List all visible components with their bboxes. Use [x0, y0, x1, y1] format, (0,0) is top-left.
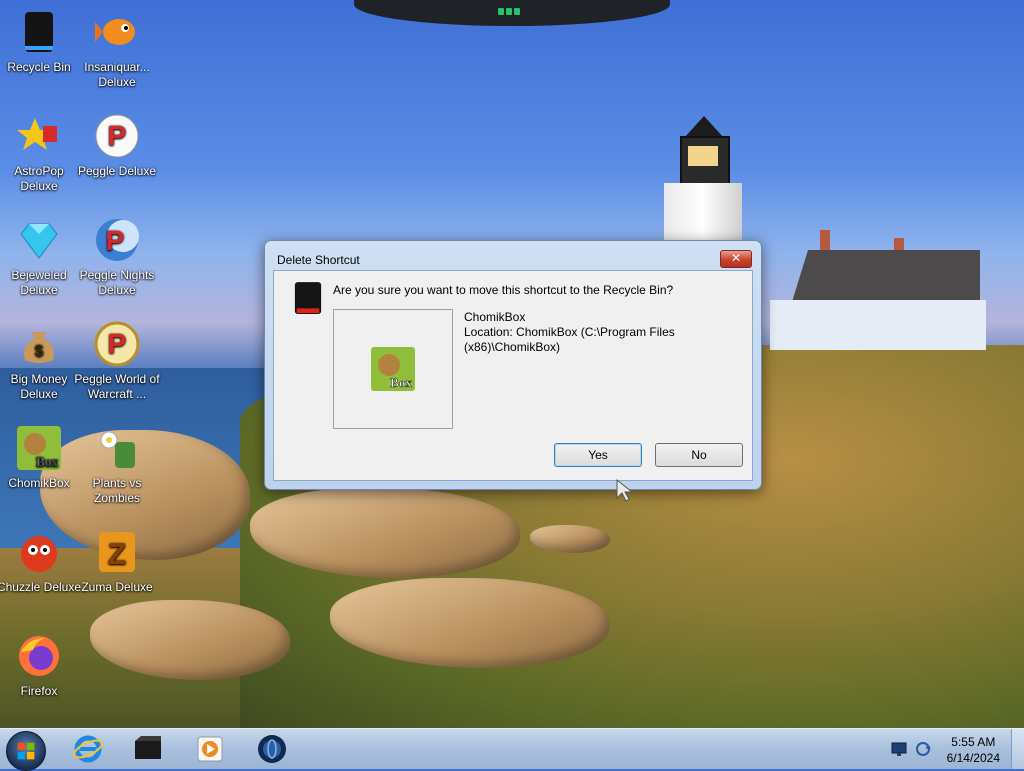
desktop-icon-label: AstroPop Deluxe — [14, 164, 64, 193]
clock-date: 6/14/2024 — [946, 751, 1000, 765]
peggle-icon: P — [95, 114, 139, 158]
firefox-icon — [19, 636, 59, 676]
desktop-icon-label: Plants vs Zombies — [92, 476, 142, 505]
desktop-icon-label: Peggle Nights Deluxe — [79, 268, 155, 297]
internet-explorer-icon — [73, 735, 103, 763]
desktop-icon-label: Zuma Deluxe — [81, 580, 153, 594]
close-button[interactable]: ✕ — [720, 250, 752, 268]
svg-text:P: P — [108, 120, 127, 151]
desktop-icon-zuma[interactable]: Z Zuma Deluxe — [74, 528, 160, 595]
network-icon[interactable] — [891, 742, 907, 756]
desktop-icon-bejeweled[interactable]: Bejeweled Deluxe — [0, 216, 82, 298]
zuma-icon: Z — [99, 532, 135, 572]
shortcut-info: ChomikBox Location: ChomikBox (C:\Progra… — [464, 310, 724, 355]
wallpaper-house — [770, 230, 986, 350]
no-button[interactable]: No — [655, 443, 743, 467]
taskbar: 5:55 AM 6/14/2024 — [0, 728, 1024, 771]
desktop-icon-chuzzle[interactable]: Chuzzle Deluxe — [0, 528, 82, 595]
dialog-body: Are you sure you want to move this short… — [273, 270, 753, 481]
taskbar-media-player[interactable] — [194, 733, 226, 765]
black-box-icon — [135, 736, 161, 759]
windows-logo-icon — [17, 742, 35, 760]
peggle-nights-icon: P — [96, 219, 139, 261]
start-button[interactable] — [6, 731, 46, 771]
astropop-icon — [17, 118, 57, 150]
goldfish-icon — [95, 19, 135, 45]
money-bag-icon: $ — [24, 332, 54, 363]
dialog-message: Are you sure you want to move this short… — [333, 283, 674, 297]
desktop-icon-label: Firefox — [20, 684, 58, 698]
shortcut-location: Location: ChomikBox (C:\Program Files (x… — [464, 325, 675, 354]
taskbar-globe[interactable] — [256, 733, 288, 765]
svg-text:$: $ — [35, 343, 44, 360]
sync-icon[interactable] — [915, 742, 931, 756]
taskbar-clock[interactable]: 5:55 AM 6/14/2024 — [947, 734, 1000, 766]
mouse-cursor — [616, 478, 634, 502]
shortcut-preview: Box — [333, 309, 453, 429]
desktop-icon-plants-vs-zombies[interactable]: Plants vs Zombies — [74, 424, 160, 506]
desktop-icon-firefox[interactable]: Firefox — [0, 632, 82, 699]
desktop-icon-recycle-bin[interactable]: Recycle Bin — [0, 8, 82, 75]
media-player-icon — [197, 736, 223, 762]
desktop-icon-peggle[interactable]: P Peggle Deluxe — [74, 112, 160, 179]
desktop-icon-big-money[interactable]: $ Big Money Deluxe — [0, 320, 82, 402]
top-widget-bar — [354, 0, 670, 26]
desktop-icon-label: Big Money Deluxe — [10, 372, 68, 401]
gem-icon — [20, 223, 58, 259]
dialog-title: Delete Shortcut — [277, 253, 360, 267]
taskbar-internet-explorer[interactable] — [72, 733, 104, 765]
desktop-icon-label: Peggle Deluxe — [77, 164, 157, 178]
yes-button[interactable]: Yes — [554, 443, 642, 467]
delete-shortcut-dialog: Delete Shortcut ✕ Are you sure you want … — [264, 240, 762, 490]
desktop-icon-label: ChomikBox — [8, 476, 70, 490]
taskbar-black-box[interactable] — [132, 733, 164, 765]
wallpaper-rock — [90, 600, 290, 680]
peggle-wow-icon: P — [94, 321, 140, 367]
desktop-icon-label: Insaniquar... Deluxe — [84, 60, 150, 89]
svg-text:Z: Z — [108, 538, 126, 571]
svg-text:P: P — [108, 328, 127, 359]
desktop-icon-astropop[interactable]: AstroPop Deluxe — [0, 112, 82, 194]
recycle-bin-icon — [25, 12, 53, 52]
desktop-icon-label: Chuzzle Deluxe — [0, 580, 82, 594]
plants-vs-zombies-icon — [100, 431, 135, 468]
wallpaper-lighthouse — [664, 108, 744, 248]
show-desktop-button[interactable] — [1011, 729, 1024, 769]
desktop-icon-label: Recycle Bin — [7, 60, 71, 74]
desktop-icon-peggle-nights[interactable]: P Peggle Nights Deluxe — [74, 216, 160, 298]
chuzzle-icon — [21, 536, 57, 572]
desktop-icon-label: Peggle World of Warcraft ... — [74, 372, 160, 401]
svg-text:P: P — [106, 225, 125, 256]
desktop-icon-label: Bejeweled Deluxe — [11, 268, 67, 297]
chomikbox-icon: Box — [371, 347, 415, 391]
clock-time: 5:55 AM — [951, 735, 996, 749]
chomikbox-icon: Box — [17, 426, 61, 470]
desktop-icon-chomikbox[interactable]: Box ChomikBox — [0, 424, 82, 491]
recycle-bin-icon — [294, 282, 322, 314]
svg-text:Box: Box — [390, 375, 412, 390]
desktop-icon-peggle-wow[interactable]: P Peggle World of Warcraft ... — [74, 320, 160, 402]
globe-icon — [258, 735, 286, 763]
desktop-icon-insaniquarium[interactable]: Insaniquar... Deluxe — [74, 8, 160, 90]
shortcut-name: ChomikBox — [464, 310, 526, 324]
svg-text:Box: Box — [36, 454, 58, 469]
